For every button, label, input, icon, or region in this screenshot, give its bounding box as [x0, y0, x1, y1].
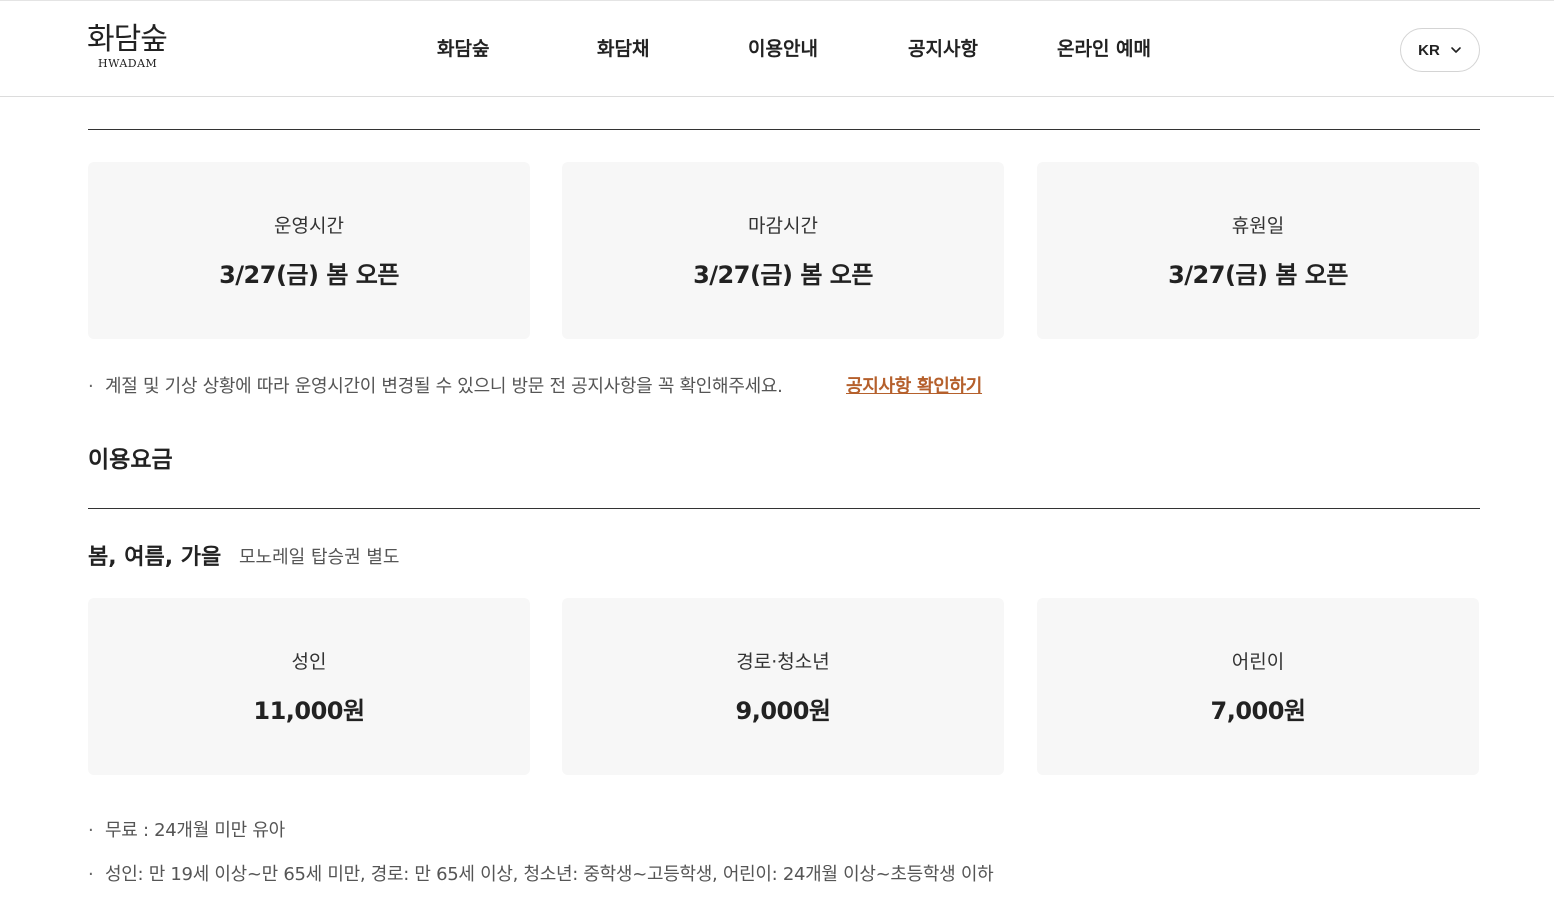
- nav-item-guide[interactable]: 이용안내: [748, 34, 818, 64]
- section-divider-fees: [88, 508, 1480, 509]
- bullet: ·: [88, 820, 94, 841]
- card-value: 7,000원: [1210, 697, 1307, 725]
- nav-item-hwadamsup[interactable]: 화담숲: [437, 34, 489, 64]
- card-label: 마감시간: [748, 215, 818, 237]
- fee-card-senior-youth: 경로·청소년 9,000원: [562, 598, 1004, 775]
- fee-card-child: 어린이 7,000원: [1037, 598, 1479, 775]
- card-label: 운영시간: [274, 215, 344, 237]
- card-value: 3/27(금) 봄 오픈: [693, 261, 873, 289]
- main-navigation: 화담숲 화담채 이용안내 공지사항 온라인 예매: [0, 34, 1554, 64]
- card-label: 어린이: [1231, 651, 1285, 673]
- fee-note-body: 성인: 만 19세 이상~만 65세 미만, 경로: 만 65세 이상, 청소년…: [105, 864, 994, 885]
- card-label: 휴원일: [1231, 215, 1285, 237]
- fee-card-adult: 성인 11,000원: [88, 598, 530, 775]
- card-label: 성인: [291, 651, 327, 673]
- card-value: 3/27(금) 봄 오픈: [219, 261, 399, 289]
- hours-note-body: 계절 및 기상 상황에 따라 운영시간이 변경될 수 있으니 방문 전 공지사항…: [105, 376, 783, 397]
- nav-item-hwadamchae[interactable]: 화담채: [597, 34, 649, 64]
- notice-check-link[interactable]: 공지사항 확인하기: [846, 374, 982, 400]
- card-value: 11,000원: [253, 697, 365, 725]
- nav-item-online-booking[interactable]: 온라인 예매: [1057, 34, 1151, 64]
- hours-card-closing: 마감시간 3/27(금) 봄 오픈: [562, 162, 1004, 339]
- hours-card-holiday: 휴원일 3/27(금) 봄 오픈: [1037, 162, 1479, 339]
- season-subtitle: 모노레일 탑승권 별도: [239, 547, 400, 568]
- nav-item-notice[interactable]: 공지사항: [908, 34, 978, 64]
- hours-notice-text: · 계절 및 기상 상황에 따라 운영시간이 변경될 수 있으니 방문 전 공지사…: [88, 374, 783, 400]
- card-value: 3/27(금) 봄 오픈: [1168, 261, 1348, 289]
- card-label: 경로·청소년: [736, 651, 830, 673]
- card-value: 9,000원: [735, 697, 832, 725]
- season-title: 봄, 여름, 가을: [88, 545, 222, 570]
- bullet: ·: [88, 376, 94, 397]
- section-divider-top: [88, 129, 1480, 130]
- fees-section-title: 이용요금: [88, 447, 173, 473]
- language-label: KR: [1418, 41, 1440, 59]
- chevron-down-icon: [1451, 47, 1461, 53]
- bullet: ·: [88, 864, 94, 885]
- fee-note-age-criteria: · 성인: 만 19세 이상~만 65세 미만, 경로: 만 65세 이상, 청소…: [88, 862, 994, 888]
- site-header: 화담숲 HWADAM 화담숲 화담채 이용안내 공지사항 온라인 예매 KR: [0, 0, 1554, 97]
- language-selector-button[interactable]: KR: [1400, 28, 1480, 72]
- fee-note-body: 무료 : 24개월 미만 유아: [105, 820, 285, 841]
- hours-card-operating: 운영시간 3/27(금) 봄 오픈: [88, 162, 530, 339]
- fee-note-free: · 무료 : 24개월 미만 유아: [88, 818, 285, 844]
